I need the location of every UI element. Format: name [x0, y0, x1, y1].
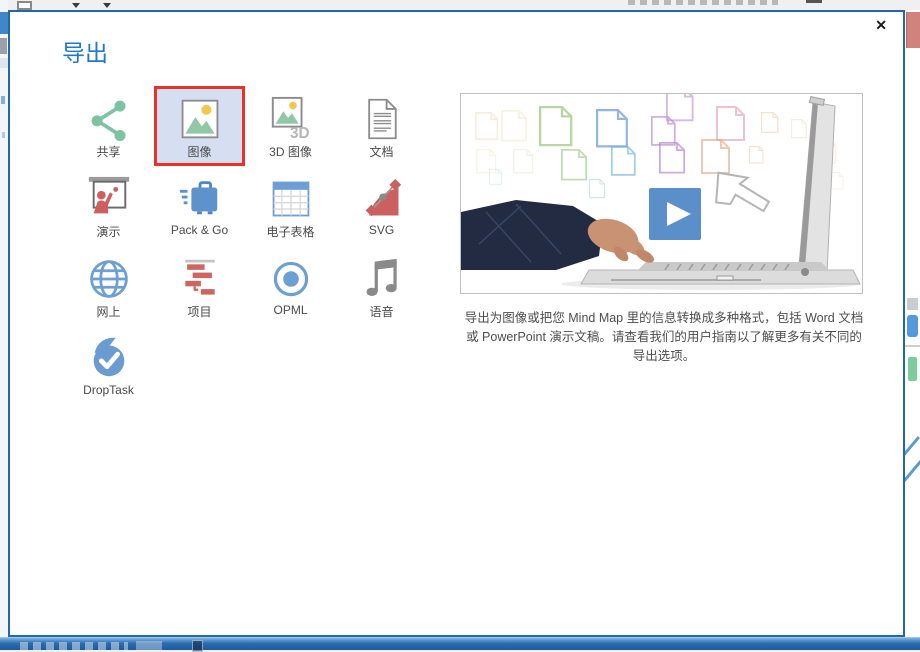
right-red-fragment — [906, 12, 920, 48]
spreadsheet-icon — [269, 169, 313, 221]
export-option-label: 3D 图像 — [269, 143, 312, 160]
dropdown-arrow-fragment — [72, 3, 80, 8]
divider — [905, 345, 920, 347]
os-taskbar[interactable] — [0, 637, 920, 650]
description-line: 导出为图像或把您 Mind Map 里的信息转换成多种格式，包括 Word 文档 — [446, 309, 882, 328]
briefcase-icon — [177, 169, 223, 221]
description-line: 导出选项。 — [446, 347, 882, 366]
export-option-label: 项目 — [187, 303, 211, 320]
export-option-web[interactable]: 网上 — [63, 246, 154, 326]
export-option-document[interactable]: 文档 — [336, 86, 427, 166]
export-option-presentation[interactable]: 演示 — [63, 166, 154, 246]
vector-curve-icon — [360, 169, 404, 221]
left-fragment — [0, 12, 8, 34]
description-line: 或 PowerPoint 演示文稿。请查看我们的用户指南以了解更多有关不同的 — [446, 328, 882, 347]
export-option-label: 文档 — [369, 143, 393, 160]
export-option-image[interactable]: 图像 — [154, 86, 245, 166]
share-icon — [87, 89, 131, 141]
taskbar-item-fragment — [136, 641, 162, 650]
taskbar-item-fragment — [20, 642, 128, 650]
close-icon[interactable]: ✕ — [871, 15, 891, 36]
globe-icon — [87, 249, 131, 301]
export-option-label: 演示 — [96, 223, 120, 240]
export-option-label: 电子表格 — [266, 223, 314, 240]
export-option-droptask[interactable]: DropTask — [63, 326, 154, 406]
export-option-label: SVG — [369, 223, 394, 237]
export-option-audio[interactable]: 语音 — [336, 246, 427, 326]
left-fragment — [2, 132, 5, 138]
left-fragment — [1, 96, 5, 104]
export-option-pack-and-go[interactable]: Pack & Go — [154, 166, 245, 246]
toolbar-icon-fragment — [17, 1, 32, 10]
right-panel-fragment — [908, 357, 917, 381]
opml-circle-icon — [269, 249, 313, 301]
background-right-sliver — [905, 10, 920, 637]
export-description: 导出为图像或把您 Mind Map 里的信息转换成多种格式，包括 Word 文档… — [446, 309, 882, 366]
right-panel-fragment — [903, 460, 920, 482]
dialog-title: 导出 — [62, 34, 108, 68]
music-note-icon — [360, 249, 404, 301]
export-preview-image — [460, 93, 863, 294]
export-options-grid: 共享 图像 3D 3D 图像 文档 演示 Pack & Go 电子表格 SVG … — [63, 86, 427, 406]
toolbar-text-fragment — [628, 0, 778, 5]
export-option-label: 共享 — [96, 143, 120, 160]
export-option-opml[interactable]: OPML — [245, 246, 336, 326]
svg-text:3D: 3D — [290, 125, 310, 141]
presentation-icon — [86, 169, 132, 221]
dropdown-arrow-fragment — [103, 3, 111, 8]
export-option-image-3d[interactable]: 3D 3D 图像 — [245, 86, 336, 166]
export-option-label: 图像 — [187, 143, 211, 160]
right-panel-fragment — [907, 298, 918, 310]
export-option-label: DropTask — [83, 383, 134, 397]
left-fragment — [0, 38, 7, 54]
export-option-spreadsheet[interactable]: 电子表格 — [245, 166, 336, 246]
export-option-project[interactable]: 项目 — [154, 246, 245, 326]
toolbar-text-fragment — [806, 0, 822, 3]
background-left-sliver — [0, 0, 8, 650]
right-panel-fragment — [907, 315, 918, 337]
gantt-chart-icon — [178, 249, 222, 301]
export-option-svg[interactable]: SVG — [336, 166, 427, 246]
image-3d-icon: 3D — [268, 89, 314, 141]
droptask-icon — [86, 329, 132, 381]
play-icon — [649, 188, 701, 240]
left-fragment — [0, 58, 8, 68]
taskbar-item-fragment — [192, 640, 203, 652]
image-icon — [178, 89, 222, 141]
export-dialog: 导出 ✕ 共享 图像 3D 3D 图像 文档 演示 Pack & Go 电子表格… — [8, 10, 905, 637]
export-option-label: OPML — [273, 303, 307, 317]
export-option-share[interactable]: 共享 — [63, 86, 154, 166]
export-option-label: 网上 — [96, 303, 120, 320]
export-option-label: Pack & Go — [171, 223, 228, 237]
export-option-label: 语音 — [369, 303, 393, 320]
document-icon — [360, 89, 404, 141]
